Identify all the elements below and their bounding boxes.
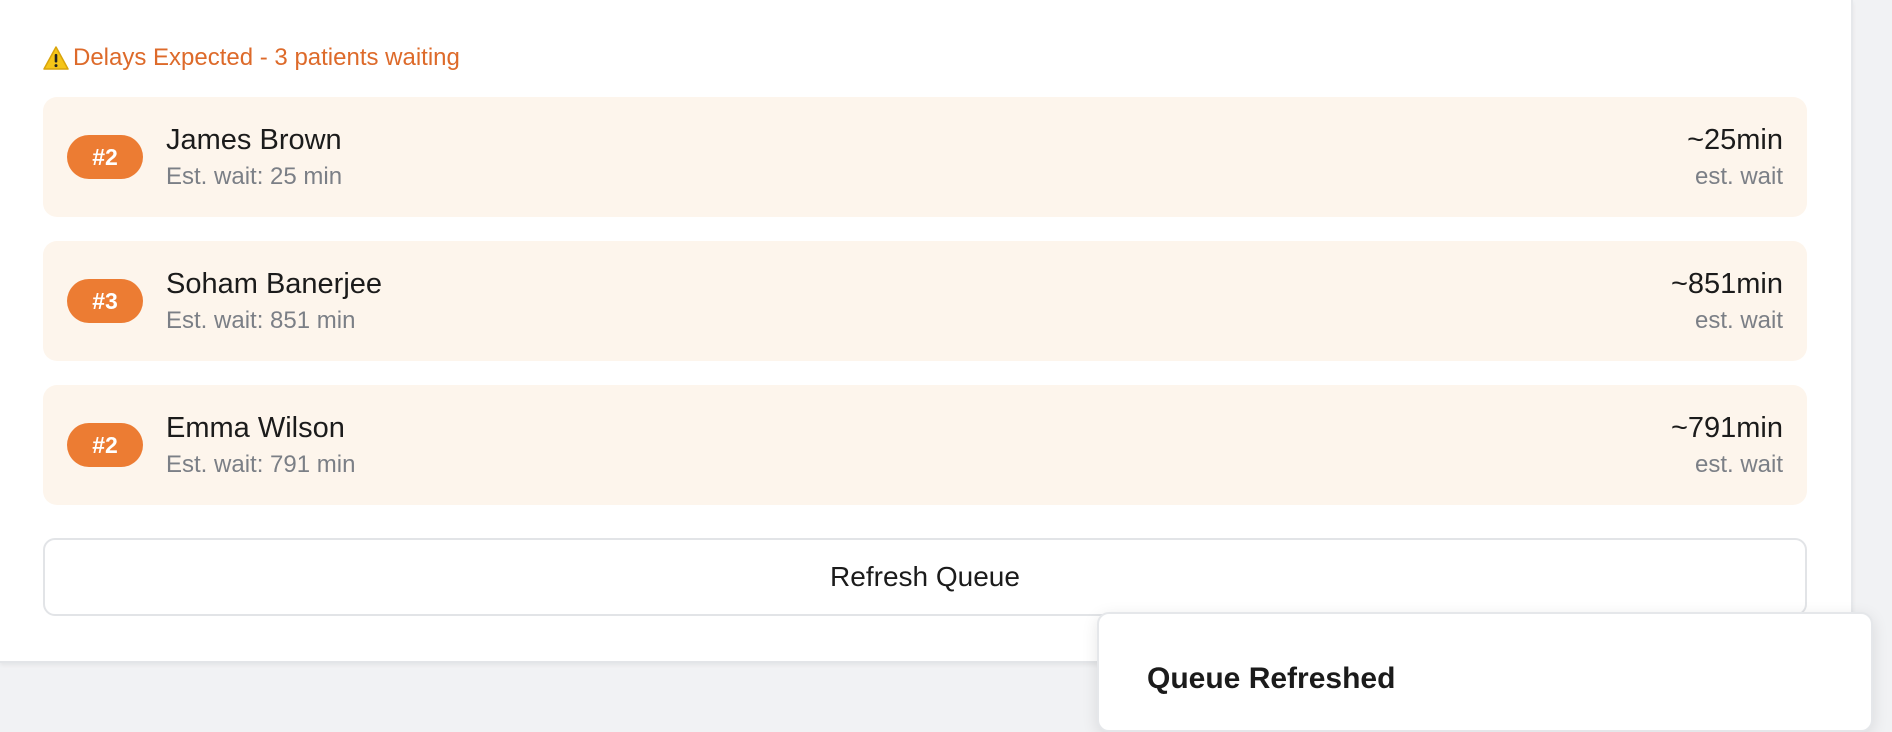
queue-panel: Delays Expected - 3 patients waiting #2 …: [0, 0, 1853, 663]
estimated-wait-text: Est. wait: 851 min: [166, 307, 356, 334]
queue-item[interactable]: #2 Emma Wilson Est. wait: 791 min ~791mi…: [43, 385, 1807, 505]
wait-label: est. wait: [1694, 451, 1783, 478]
estimated-wait-text: Est. wait: 791 min: [166, 451, 356, 478]
wait-label: est. wait: [1694, 163, 1783, 190]
position-badge: #2: [67, 135, 143, 179]
warning-icon: [43, 46, 69, 70]
alert-text: Delays Expected - 3 patients waiting: [73, 44, 460, 71]
queue-item[interactable]: #2 James Brown Est. wait: 25 min ~25min …: [43, 97, 1807, 217]
wait-time: ~25min: [1687, 124, 1783, 156]
position-badge: #3: [67, 279, 143, 323]
patient-name: Soham Banerjee: [166, 268, 383, 300]
toast-notification: Queue Refreshed: [1097, 612, 1873, 732]
toast-title: Queue Refreshed: [1147, 662, 1396, 695]
position-badge: #2: [67, 423, 143, 467]
patient-name: James Brown: [166, 124, 342, 156]
wait-time: ~851min: [1670, 268, 1783, 300]
estimated-wait-text: Est. wait: 25 min: [166, 163, 343, 190]
queue-item[interactable]: #3 Soham Banerjee Est. wait: 851 min ~85…: [43, 241, 1807, 361]
delay-alert: Delays Expected - 3 patients waiting: [43, 42, 460, 74]
wait-label: est. wait: [1694, 307, 1783, 334]
queue-list: #2 James Brown Est. wait: 25 min ~25min …: [43, 97, 1807, 529]
wait-time: ~791min: [1670, 412, 1783, 444]
refresh-queue-button[interactable]: Refresh Queue: [43, 538, 1807, 616]
patient-name: Emma Wilson: [166, 412, 345, 444]
